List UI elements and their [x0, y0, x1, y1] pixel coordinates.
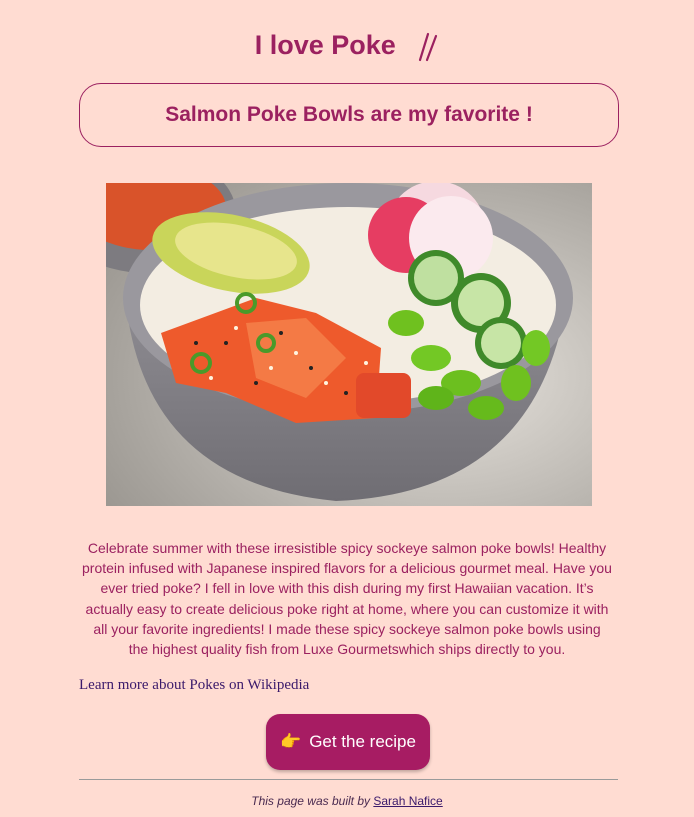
description-paragraph: Celebrate summer with these irresistible… [82, 540, 612, 658]
footer-divider [79, 779, 618, 780]
pointing-hand-icon: 👉 [280, 732, 302, 751]
get-recipe-label: Get the recipe [309, 732, 416, 751]
page-title-text: I love Poke [254, 30, 396, 60]
subtitle-text: Salmon Poke Bowls are my favorite ! [165, 103, 533, 126]
chopsticks-icon [419, 32, 438, 61]
footer: This page was built by Sarah Nafice [0, 794, 694, 808]
page-title: I love Poke [0, 28, 694, 62]
poke-bowl-illustration [106, 183, 592, 506]
wikipedia-link[interactable]: Learn more about Pokes on Wikipedia [79, 677, 309, 694]
author-link[interactable]: Sarah Nafice [373, 794, 442, 808]
poke-bowl-image [106, 183, 592, 506]
get-recipe-button[interactable]: 👉 Get the recipe [266, 714, 430, 770]
footer-prefix: This page was built by [251, 794, 370, 808]
subtitle-box: Salmon Poke Bowls are my favorite ! [79, 83, 619, 147]
